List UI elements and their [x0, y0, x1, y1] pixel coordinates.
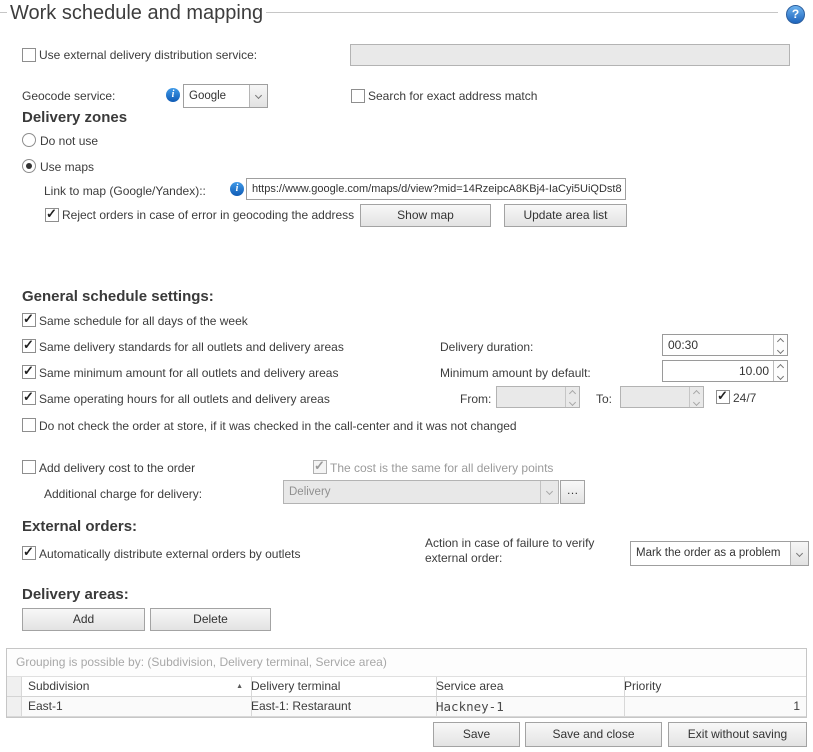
verify-action-label: Action in case of failure to verify exte… — [425, 536, 630, 566]
use-external-service-checkbox[interactable] — [22, 48, 36, 62]
save-and-close-button[interactable]: Save and close — [525, 722, 662, 747]
geocode-service-label: Geocode service: — [22, 89, 115, 103]
chevron-down-icon — [540, 481, 558, 503]
do-not-check-order-label: Do not check the order at store, if it w… — [39, 419, 517, 433]
minimum-amount-spinner[interactable]: 10.00 — [662, 360, 788, 382]
charge-browse-button[interactable]: … — [560, 480, 585, 504]
row-selector[interactable] — [7, 697, 22, 716]
to-label: To: — [596, 392, 612, 406]
to-value — [626, 387, 685, 407]
same-hours-label: Same operating hours for all outlets and… — [39, 392, 330, 406]
cell-service-area[interactable]: Hackney-1 — [429, 697, 625, 716]
cell-delivery-terminal[interactable]: East-1: Restaraunt — [244, 697, 437, 716]
delivery-duration-spinner[interactable]: 00:30 — [662, 334, 788, 356]
add-delivery-cost-label: Add delivery cost to the order — [39, 461, 195, 475]
do-not-use-radio[interactable] — [22, 133, 36, 147]
add-area-button[interactable]: Add — [22, 608, 145, 631]
auto-distribute-checkbox[interactable] — [22, 546, 36, 560]
general-settings-title: General schedule settings: — [22, 288, 214, 305]
cell-priority[interactable]: 1 — [617, 697, 806, 716]
verify-action-value: Mark the order as a problem — [636, 542, 789, 565]
save-button[interactable]: Save — [433, 722, 520, 747]
exit-without-saving-button[interactable]: Exit without saving — [668, 722, 807, 747]
groupbox-line-right — [266, 12, 778, 13]
spinner-arrows-icon — [565, 387, 579, 407]
from-value — [502, 387, 561, 407]
use-maps-radio[interactable] — [22, 159, 36, 173]
column-header-delivery-terminal[interactable]: Delivery terminal — [244, 677, 437, 696]
external-service-field — [350, 44, 790, 66]
delivery-duration-label: Delivery duration: — [440, 340, 533, 354]
do-not-use-label: Do not use — [40, 134, 98, 148]
info-icon: i — [166, 88, 180, 102]
from-spinner — [496, 386, 580, 408]
page-title: Work schedule and mapping — [10, 2, 263, 25]
grouping-hint: Grouping is possible by: (Subdivision, D… — [7, 649, 806, 677]
delivery-areas-title: Delivery areas: — [22, 586, 129, 603]
reject-orders-checkbox[interactable] — [45, 208, 59, 222]
always-open-checkbox[interactable] — [716, 390, 730, 404]
verify-action-select[interactable]: Mark the order as a problem — [630, 541, 809, 566]
geocode-service-value: Google — [189, 85, 248, 107]
show-map-button[interactable]: Show map — [360, 204, 491, 227]
same-schedule-checkbox[interactable] — [22, 313, 36, 327]
table-row[interactable]: East-1 East-1: Restaraunt Hackney-1 1 — [7, 697, 806, 717]
auto-distribute-label: Automatically distribute external orders… — [39, 547, 300, 561]
minimum-amount-label: Minimum amount by default: — [440, 366, 591, 380]
chevron-down-icon[interactable] — [790, 542, 808, 565]
row-selector-header — [7, 677, 22, 696]
column-header-priority[interactable]: Priority — [617, 677, 813, 696]
cell-subdivision[interactable]: East-1 — [21, 697, 252, 716]
update-area-list-button[interactable]: Update area list — [504, 204, 627, 227]
add-delivery-cost-checkbox[interactable] — [22, 460, 36, 474]
same-schedule-label: Same schedule for all days of the week — [39, 314, 248, 328]
same-standards-label: Same delivery standards for all outlets … — [39, 340, 344, 354]
minimum-amount-value: 10.00 — [668, 361, 769, 381]
external-orders-title: External orders: — [22, 518, 137, 535]
areas-table: Grouping is possible by: (Subdivision, D… — [6, 648, 807, 718]
reject-orders-label: Reject orders in case of error in geocod… — [62, 208, 354, 222]
link-to-map-label: Link to map (Google/Yandex):: — [44, 184, 206, 198]
additional-charge-label: Additional charge for delivery: — [44, 487, 202, 501]
same-minimum-label: Same minimum amount for all outlets and … — [39, 366, 338, 380]
column-header-subdivision[interactable]: Subdivision ▲ — [21, 677, 252, 696]
work-schedule-dialog: Work schedule and mapping ? Use external… — [0, 0, 813, 752]
to-spinner — [620, 386, 704, 408]
groupbox-line-left — [0, 12, 7, 13]
delete-area-button[interactable]: Delete — [150, 608, 271, 631]
same-minimum-checkbox[interactable] — [22, 365, 36, 379]
additional-charge-value: Delivery — [289, 481, 539, 503]
same-standards-checkbox[interactable] — [22, 339, 36, 353]
always-open-label: 24/7 — [733, 391, 756, 405]
exact-address-match-label: Search for exact address match — [368, 89, 537, 103]
delivery-duration-value: 00:30 — [668, 335, 769, 355]
same-hours-checkbox[interactable] — [22, 391, 36, 405]
do-not-check-order-checkbox[interactable] — [22, 418, 36, 432]
map-link-input[interactable]: https://www.google.com/maps/d/view?mid=1… — [246, 178, 626, 200]
chevron-down-icon[interactable] — [249, 85, 267, 107]
exact-address-match-checkbox[interactable] — [351, 89, 365, 103]
sort-ascending-icon: ▲ — [236, 683, 243, 690]
additional-charge-select: Delivery — [283, 480, 559, 504]
table-header-row: Subdivision ▲ Delivery terminal Service … — [7, 677, 806, 697]
column-header-service-area[interactable]: Service area — [429, 677, 625, 696]
spinner-arrows-icon[interactable] — [773, 335, 787, 355]
geocode-service-select[interactable]: Google — [183, 84, 268, 108]
same-cost-checkbox — [313, 460, 327, 474]
use-external-service-label: Use external delivery distribution servi… — [39, 48, 257, 62]
delivery-zones-title: Delivery zones — [22, 109, 127, 126]
info-icon: i — [230, 182, 244, 196]
spinner-arrows-icon[interactable] — [773, 361, 787, 381]
help-icon[interactable]: ? — [786, 5, 805, 24]
use-maps-label: Use maps — [40, 160, 94, 174]
same-cost-label: The cost is the same for all delivery po… — [330, 461, 553, 475]
from-label: From: — [460, 392, 491, 406]
spinner-arrows-icon — [689, 387, 703, 407]
